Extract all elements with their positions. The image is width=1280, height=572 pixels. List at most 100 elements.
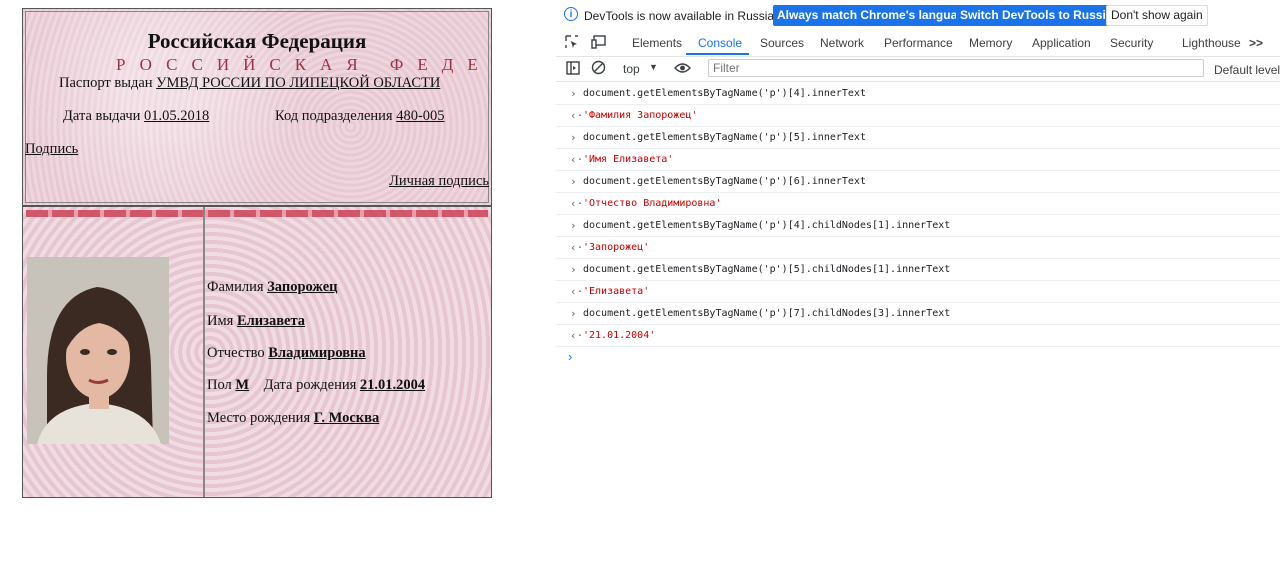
issue-date-line: Дата выдачи 01.05.2018	[63, 108, 209, 125]
surname-value: Запорожец	[267, 279, 338, 295]
name-field: Имя Елизавета	[207, 313, 305, 330]
console-result-text[interactable]: 'Запорожец'	[583, 237, 649, 258]
console-messages: › document.getElementsByTagName('p')[4].i…	[556, 83, 1280, 367]
page-divider	[203, 207, 205, 497]
input-arrow-icon: ›	[570, 131, 577, 144]
log-levels-dropdown[interactable]: Default levels	[1214, 63, 1280, 77]
chevron-down-icon[interactable]: ▼	[649, 62, 658, 72]
result-arrow-icon: ‹·	[570, 153, 584, 166]
input-arrow-icon: ›	[570, 307, 577, 320]
console-output-line: ‹· '21.01.2004'	[556, 325, 1280, 347]
match-language-button[interactable]: Always match Chrome's language	[773, 5, 976, 26]
passport-bottom-page: Фамилия Запорожец Имя Елизавета Отчество…	[22, 206, 492, 498]
issued-by-value: УМВД РОССИИ ПО ЛИПЕЦКОЙ ОБЛАСТИ	[156, 75, 441, 91]
info-icon: i	[564, 7, 578, 21]
console-toolbar: top ▼ Default levels	[556, 57, 1280, 82]
surname-field: Фамилия Запорожец	[207, 279, 338, 296]
console-input-line: › document.getElementsByTagName('p')[5].i…	[556, 127, 1280, 149]
device-toolbar-icon[interactable]	[591, 35, 606, 52]
input-arrow-icon: ›	[570, 263, 577, 276]
tab-security[interactable]: Security	[1110, 36, 1153, 50]
console-output-line: ‹· 'Запорожец'	[556, 237, 1280, 259]
console-input-line: › document.getElementsByTagName('p')[4].i…	[556, 83, 1280, 105]
red-security-strip	[26, 210, 488, 217]
birth-date-value: 21.01.2004	[359, 377, 426, 393]
result-arrow-icon: ‹·	[570, 241, 584, 254]
tab-application[interactable]: Application	[1032, 36, 1091, 50]
console-prompt[interactable]: ›	[556, 347, 1280, 367]
context-selector[interactable]: top	[623, 62, 640, 76]
owner-photo	[27, 257, 169, 444]
tab-lighthouse[interactable]: Lighthouse	[1182, 36, 1241, 50]
console-command-text[interactable]: document.getElementsByTagName('p')[5].in…	[583, 127, 866, 148]
birth-place-value: Г. Москва	[313, 410, 380, 426]
tab-console[interactable]: Console	[698, 36, 742, 50]
surname-label: Фамилия	[207, 279, 264, 295]
issue-date-value: 01.05.2018	[144, 108, 210, 124]
console-output-line: ‹· 'Елизавета'	[556, 281, 1280, 303]
console-result-text[interactable]: 'Имя Елизавета'	[583, 149, 673, 170]
prompt-caret-icon: ›	[568, 349, 573, 364]
switch-to-russian-button[interactable]: Switch DevTools to Russian	[956, 5, 1124, 26]
input-arrow-icon: ›	[570, 87, 577, 100]
console-output-line: ‹· 'Фамилия Запорожец'	[556, 105, 1280, 127]
console-command-text[interactable]: document.getElementsByTagName('p')[7].ch…	[583, 303, 950, 324]
console-command-text[interactable]: document.getElementsByTagName('p')[6].in…	[583, 171, 866, 192]
infobar-message: DevTools is now available in Russian!	[584, 9, 785, 23]
name-label: Имя	[207, 313, 234, 329]
console-result-text[interactable]: 'Отчество Владимировна'	[583, 193, 721, 214]
sex-value: М	[235, 377, 250, 393]
console-command-text[interactable]: document.getElementsByTagName('p')[4].ch…	[583, 215, 950, 236]
sidebar-toggle-icon[interactable]	[566, 61, 580, 78]
console-input-line: › document.getElementsByTagName('p')[6].i…	[556, 171, 1280, 193]
dont-show-again-button[interactable]: Don't show again	[1106, 5, 1208, 26]
division-code-line: Код подразделения 480-005	[275, 108, 445, 125]
tab-memory[interactable]: Memory	[969, 36, 1012, 50]
input-arrow-icon: ›	[570, 175, 577, 188]
live-expression-eye-icon[interactable]	[674, 61, 691, 78]
console-result-text[interactable]: 'Елизавета'	[583, 281, 649, 302]
tab-network[interactable]: Network	[820, 36, 864, 50]
passport-top-page: Российская Федерация РОССИЙСКАЯ ФЕДЕ Пас…	[22, 8, 492, 206]
tab-sources[interactable]: Sources	[760, 36, 804, 50]
inspect-element-icon[interactable]	[565, 35, 579, 52]
personal-signature-label: Личная подпись	[389, 173, 489, 189]
console-command-text[interactable]: document.getElementsByTagName('p')[5].ch…	[583, 259, 950, 280]
division-code-value: 480-005	[396, 108, 445, 124]
patronymic-field: Отчество Владимировна	[207, 345, 366, 362]
result-arrow-icon: ‹·	[570, 285, 584, 298]
console-command-text[interactable]: document.getElementsByTagName('p')[4].in…	[583, 83, 866, 104]
passport-watermark: РОССИЙСКАЯ ФЕДЕ	[116, 55, 492, 74]
console-filter-input[interactable]	[708, 59, 1204, 77]
passport-document: Российская Федерация РОССИЙСКАЯ ФЕДЕ Пас…	[22, 8, 492, 498]
portrait-image	[27, 257, 169, 444]
passport-title: Российская Федерация	[147, 29, 367, 53]
active-tab-indicator	[686, 53, 749, 55]
console-result-text[interactable]: 'Фамилия Запорожец'	[583, 105, 697, 126]
console-result-text[interactable]: '21.01.2004'	[583, 325, 655, 346]
result-arrow-icon: ‹·	[570, 197, 584, 210]
sex-birthdate-field: Пол М Дата рождения 21.01.2004	[207, 377, 425, 394]
console-input-line: › document.getElementsByTagName('p')[7].c…	[556, 303, 1280, 325]
birth-date-label: Дата рождения	[263, 377, 357, 393]
issued-by-line: Паспорт выдан УМВД РОССИИ ПО ЛИПЕЦКОЙ ОБ…	[59, 75, 440, 92]
clear-console-icon[interactable]	[591, 60, 606, 78]
tab-performance[interactable]: Performance	[884, 36, 953, 50]
language-infobar: i DevTools is now available in Russian! …	[556, 0, 1280, 30]
devtools-tab-bar: Elements Console Sources Network Perform…	[556, 30, 1280, 57]
more-tabs-button[interactable]: >>	[1249, 36, 1263, 50]
console-output-line: ‹· 'Имя Елизавета'	[556, 149, 1280, 171]
birth-place-label: Место рождения	[207, 410, 311, 426]
issue-date-label: Дата выдачи	[63, 108, 141, 124]
result-arrow-icon: ‹·	[570, 329, 584, 342]
devtools-panel: i DevTools is now available in Russian! …	[556, 0, 1280, 572]
signature-label: Подпись	[25, 141, 79, 157]
console-input-line: › document.getElementsByTagName('p')[4].c…	[556, 215, 1280, 237]
division-code-label: Код подразделения	[275, 108, 393, 124]
tab-elements[interactable]: Elements	[632, 36, 682, 50]
sex-label: Пол	[207, 377, 232, 393]
input-arrow-icon: ›	[570, 219, 577, 232]
console-input-line: › document.getElementsByTagName('p')[5].c…	[556, 259, 1280, 281]
result-arrow-icon: ‹·	[570, 109, 584, 122]
birth-place-field: Место рождения Г. Москва	[207, 410, 379, 427]
